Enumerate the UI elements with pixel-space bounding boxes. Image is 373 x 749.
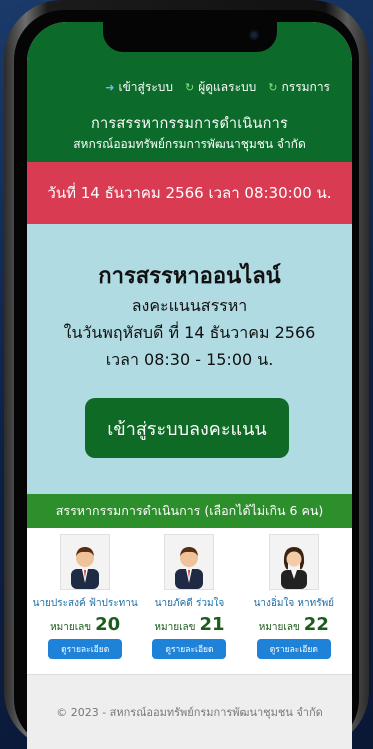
male-avatar-icon [175,547,204,589]
number-label: หมายเลข [50,622,92,633]
footer: © 2023 - สหกรณ์ออมทรัพย์กรมการพัฒนาชุมชน… [27,674,352,749]
male-avatar-icon [71,547,100,589]
date-text: วันที่ 14 ธันวาคม 2566 เวลา 08:30:00 น. [47,184,332,202]
hero-time: เวลา 08:30 - 15:00 น. [105,350,274,369]
candidate-name: นายภัคดี ร่วมใจ [154,598,225,609]
candidate-card: นายประสงค์ ฟ้าประทาน หมายเลข 20 ดูรายละเ… [32,534,138,674]
camera-icon [249,30,259,40]
number-label: หมายเลข [258,622,300,633]
detail-button[interactable]: ดูรายละเอียด [256,639,331,659]
hero-subtitle: ลงคะแนนสรรหา [131,296,248,315]
candidates-heading: สรรหากรรมการดำเนินการ (เลือกได้ไม่เกิน 6… [27,494,352,528]
number-value: 21 [199,614,225,635]
leaf-icon: ↻ [185,81,195,94]
footer-text: © 2023 - สหกรณ์ออมทรัพย์กรมการพัฒนาชุมชน… [56,706,323,719]
candidate-list: นายประสงค์ ฟ้าประทาน หมายเลข 20 ดูรายละเ… [27,534,352,674]
notch [103,22,277,52]
number-label: หมายเลข [154,622,196,633]
screen: ➜ เข้าสู่ระบบ ↻ ผู้ดูแลระบบ ↻ กรรมการ กา… [27,22,352,749]
detail-button[interactable]: ดูรายละเอียด [152,639,227,659]
vote-login-label: เข้าสู่ระบบลงคะแนน [107,418,267,440]
hero-title: การสรรหาออนไลน์ [98,264,281,289]
nav-admin-label: ผู้ดูแลระบบ [198,80,257,94]
candidate-card: นางอิ่มใจ หาทรัพย์ หมายเลข 22 ดูรายละเอี… [244,534,344,674]
candidate-photo [164,534,215,590]
number-value: 20 [95,614,121,635]
number-value: 22 [303,614,329,635]
candidates-heading-text: สรรหากรรมการดำเนินการ (เลือกได้ไม่เกิน 6… [55,503,324,518]
candidate-name: นางอิ่มใจ หาทรัพย์ [253,598,335,609]
detail-button-label: ดูรายละเอียด [165,645,214,655]
detail-button-label: ดูรายละเอียด [269,645,318,655]
female-avatar-icon [280,547,307,589]
candidate-name: นายประสงค์ ฟ้าประทาน [32,598,138,609]
nav-login[interactable]: ➜ เข้าสู่ระบบ [105,78,173,97]
vote-login-button[interactable]: เข้าสู่ระบบลงคะแนน [85,398,289,458]
candidate-number: หมายเลข 21 [154,614,224,635]
candidate-card: นายภัคดี ร่วมใจ หมายเลข 21 ดูรายละเอียด [139,534,239,674]
candidate-photo [60,534,111,590]
date-banner: วันที่ 14 ธันวาคม 2566 เวลา 08:30:00 น. [27,162,352,224]
detail-button[interactable]: ดูรายละเอียด [48,639,123,659]
nav-admin[interactable]: ↻ ผู้ดูแลระบบ [185,78,256,97]
nav-committee[interactable]: ↻ กรรมการ [268,78,330,97]
hero-section: การสรรหาออนไลน์ ลงคะแนนสรรหา ในวันพฤหัสบ… [27,224,352,494]
login-icon: ➜ [105,81,115,94]
candidate-number: หมายเลข 20 [50,614,120,635]
nav-login-label: เข้าสู่ระบบ [118,80,174,94]
nav-committee-label: กรรมการ [281,80,330,94]
candidate-photo [268,534,319,590]
page-subtitle: สหกรณ์ออมทรัพย์กรมการพัฒนาชุมชน จำกัด [73,137,306,151]
hero-date: ในวันพฤหัสบดี ที่ 14 ธันวาคม 2566 [63,323,316,342]
page-title: การสรรหากรรมการดำเนินการ [91,116,288,132]
candidate-number: หมายเลข 22 [259,614,329,635]
detail-button-label: ดูรายละเอียด [61,645,110,655]
top-nav: ➜ เข้าสู่ระบบ ↻ ผู้ดูแลระบบ ↻ กรรมการ [27,78,352,97]
leaf-icon: ↻ [268,81,278,94]
